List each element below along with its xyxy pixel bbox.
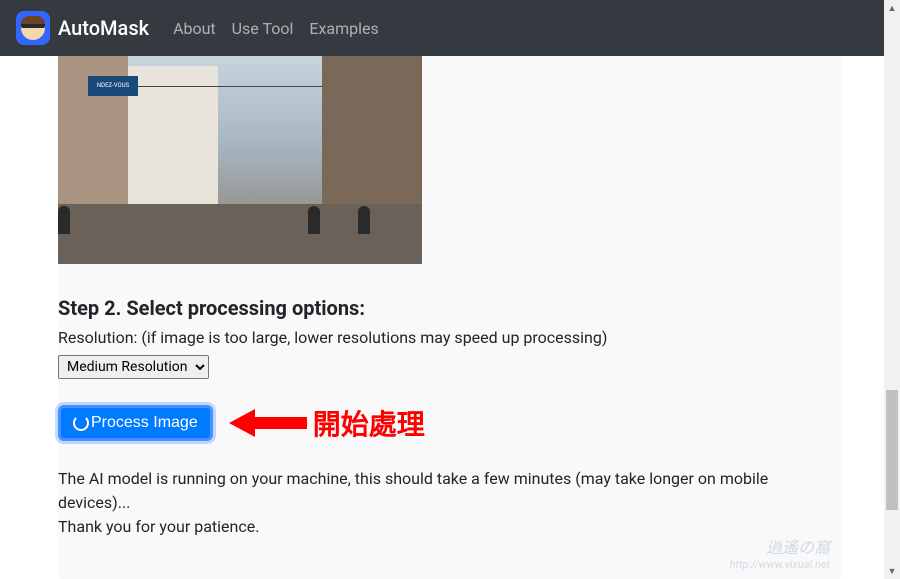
scrollbar[interactable]: ▲ ▼ bbox=[884, 0, 900, 579]
annotation-text: 開始處理 bbox=[313, 403, 425, 443]
resolution-label: Resolution: (if image is too large, lowe… bbox=[58, 328, 842, 347]
process-row: Process Image 開始處理 bbox=[58, 403, 842, 443]
resolution-select[interactable]: Medium Resolution bbox=[58, 355, 209, 379]
brand[interactable]: AutoMask bbox=[16, 11, 149, 45]
nav-links: About Use Tool Examples bbox=[173, 11, 379, 46]
spinner-icon bbox=[73, 415, 89, 431]
arrow-icon bbox=[229, 407, 307, 439]
scrollbar-thumb[interactable] bbox=[886, 390, 898, 510]
main-card: NDEZ-VOUS Step 2. Select processing opti… bbox=[58, 56, 842, 579]
nav-link-examples[interactable]: Examples bbox=[309, 11, 378, 46]
image-preview: NDEZ-VOUS bbox=[58, 56, 422, 264]
nav-link-about[interactable]: About bbox=[173, 11, 216, 46]
status-line-1: The AI model is running on your machine,… bbox=[58, 467, 842, 515]
scroll-down-button[interactable]: ▼ bbox=[884, 563, 900, 579]
status-text: The AI model is running on your machine,… bbox=[58, 467, 842, 539]
annotation: 開始處理 bbox=[229, 403, 425, 443]
nav-link-use-tool[interactable]: Use Tool bbox=[232, 11, 294, 46]
step-heading: Step 2. Select processing options: bbox=[58, 296, 842, 320]
process-image-button[interactable]: Process Image bbox=[58, 405, 213, 441]
process-button-label: Process Image bbox=[91, 414, 198, 432]
navbar: AutoMask About Use Tool Examples bbox=[0, 0, 900, 56]
brand-text: AutoMask bbox=[58, 16, 149, 40]
step-section: Step 2. Select processing options: Resol… bbox=[58, 264, 842, 539]
watermark: 逍遙の窩 http://www.vixual.net bbox=[730, 539, 831, 571]
content: NDEZ-VOUS Step 2. Select processing opti… bbox=[0, 56, 900, 579]
scroll-up-button[interactable]: ▲ bbox=[884, 0, 900, 16]
status-line-2: Thank you for your patience. bbox=[58, 515, 842, 539]
logo-icon bbox=[16, 11, 50, 45]
